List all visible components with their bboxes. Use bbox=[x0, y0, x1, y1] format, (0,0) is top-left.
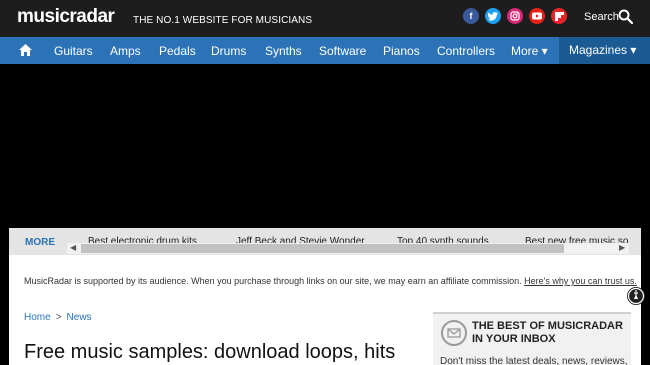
youtube-icon[interactable] bbox=[529, 8, 545, 24]
magazines-label: Magazines ▾ bbox=[569, 43, 637, 57]
breadcrumb-news[interactable]: News bbox=[67, 312, 92, 323]
flipboard-icon[interactable] bbox=[551, 8, 567, 24]
search-label[interactable]: Search bbox=[584, 11, 619, 23]
nav-item-pedals[interactable]: Pedals bbox=[159, 44, 196, 58]
home-icon[interactable] bbox=[18, 43, 33, 57]
main-nav: Guitars Amps Pedals Drums Synths Softwar… bbox=[0, 37, 650, 64]
newsletter-text: Don't miss the latest deals, news, revie… bbox=[440, 356, 628, 365]
nav-item-amps[interactable]: Amps bbox=[110, 44, 141, 58]
magazines-menu[interactable]: Magazines ▾ bbox=[559, 37, 650, 64]
breadcrumb-separator: > bbox=[55, 312, 62, 323]
envelope-icon bbox=[441, 320, 467, 346]
social-links: f bbox=[463, 8, 567, 24]
nav-item-pianos[interactable]: Pianos bbox=[383, 44, 420, 58]
top-header: musicradar THE NO.1 WEBSITE FOR MUSICIAN… bbox=[0, 0, 650, 37]
newsletter-title: THE BEST OF MUSICRADAR IN YOUR INBOX bbox=[472, 320, 623, 345]
scroll-right-icon[interactable]: ▶ bbox=[619, 243, 625, 252]
site-tagline: THE NO.1 WEBSITE FOR MUSICIANS bbox=[133, 15, 313, 26]
site-logo[interactable]: musicradar bbox=[17, 6, 115, 28]
video-player-area[interactable] bbox=[0, 64, 650, 228]
affiliate-disclaimer: MusicRadar is supported by its audience.… bbox=[24, 276, 637, 286]
nav-item-software[interactable]: Software bbox=[319, 44, 366, 58]
nav-item-more[interactable]: More ▾ bbox=[511, 44, 548, 58]
nav-item-guitars[interactable]: Guitars bbox=[54, 44, 93, 58]
affiliate-text: MusicRadar is supported by its audience.… bbox=[24, 276, 522, 286]
facebook-icon[interactable]: f bbox=[463, 8, 479, 24]
article-title: Free music samples: download loops, hits bbox=[24, 341, 396, 363]
instagram-icon[interactable] bbox=[507, 8, 523, 24]
scrollbar-thumb[interactable] bbox=[81, 244, 564, 253]
nav-item-controllers[interactable]: Controllers bbox=[437, 44, 495, 58]
trust-link[interactable]: Here's why you can trust us. bbox=[524, 276, 637, 286]
nav-item-synths[interactable]: Synths bbox=[265, 44, 302, 58]
trending-more-label[interactable]: MORE bbox=[25, 237, 55, 248]
nav-item-drums[interactable]: Drums bbox=[211, 44, 246, 58]
search-icon[interactable] bbox=[618, 9, 633, 24]
scroll-left-icon[interactable]: ◀ bbox=[70, 243, 76, 252]
accessibility-icon[interactable] bbox=[627, 287, 645, 305]
breadcrumb-home[interactable]: Home bbox=[24, 312, 51, 323]
twitter-icon[interactable] bbox=[485, 8, 501, 24]
breadcrumb: Home > News bbox=[24, 312, 92, 323]
